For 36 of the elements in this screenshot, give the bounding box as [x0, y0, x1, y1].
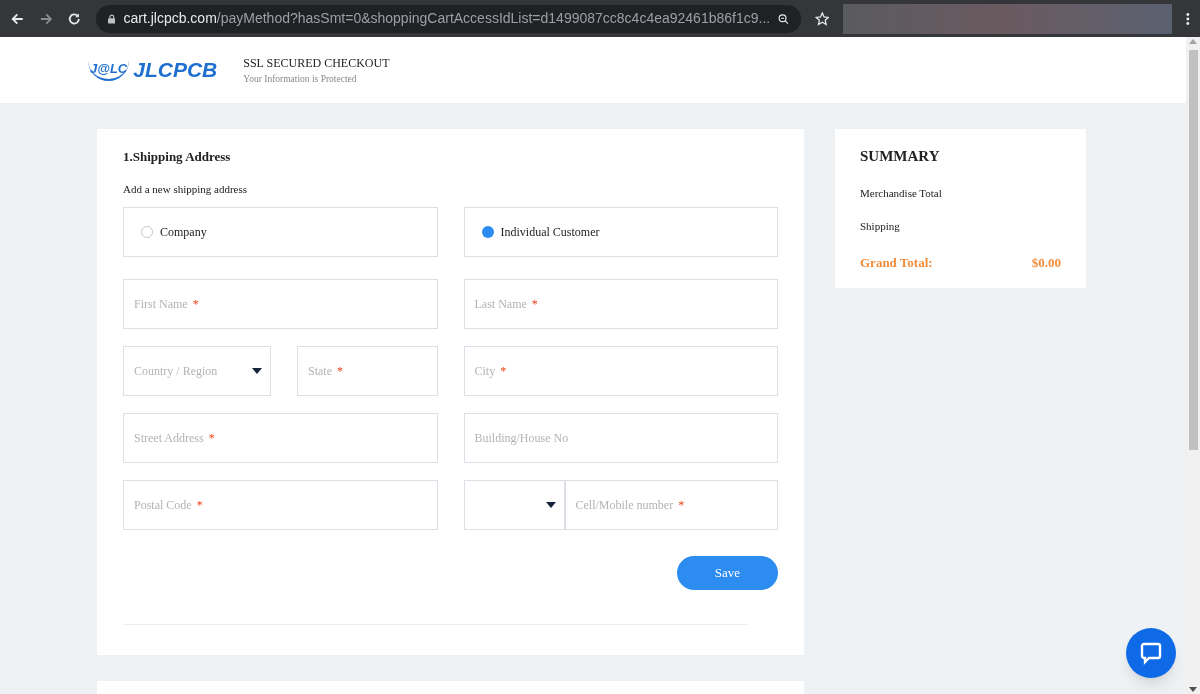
scrollbar-thumb[interactable]: [1188, 50, 1198, 450]
summary-line: Merchandise Total: [860, 185, 943, 201]
jlcpcb-logo[interactable]: J@LC JLCPCB: [88, 54, 218, 86]
input-field[interactable]: Building/House No: [463, 413, 778, 463]
summary-line: Shipping: [860, 219, 901, 234]
chat-button[interactable]: [1126, 628, 1176, 678]
customer-type-option[interactable]: Company: [123, 207, 438, 257]
grand-total-value: $0.00: [1031, 253, 1061, 272]
zoom-icon[interactable]: [778, 11, 789, 26]
scroll-down-icon[interactable]: [1189, 687, 1197, 692]
chat-bubble-icon: [1139, 641, 1163, 665]
input-field[interactable]: Last Name *: [463, 279, 778, 329]
checkout-subtitle: Your Information is Protected: [243, 72, 358, 86]
caret-icon: [252, 368, 262, 374]
radio-button[interactable]: [481, 226, 494, 238]
save-button[interactable]: Save: [677, 556, 778, 590]
caret-icon: [545, 502, 556, 508]
section-subheading: Add a new shipping address: [123, 181, 249, 197]
input-field[interactable]: Cell/Mobile number *: [564, 480, 778, 530]
customer-type-option[interactable]: Individual Customer: [463, 207, 778, 257]
input-field[interactable]: State *: [297, 346, 438, 396]
section-heading: 1.Shipping Address: [123, 148, 232, 166]
input-field[interactable]: Street Address *: [123, 413, 438, 463]
select-field[interactable]: [463, 480, 565, 530]
summary-title: SUMMARY: [860, 147, 941, 166]
checkout-title: SSL SECURED CHECKOUT: [243, 54, 390, 72]
input-field[interactable]: First Name *: [123, 279, 438, 329]
lock-icon: [107, 12, 116, 25]
star-icon[interactable]: [814, 10, 830, 27]
input-field[interactable]: Postal Code *: [123, 480, 438, 530]
input-field[interactable]: City *: [463, 346, 778, 396]
url-text: cart.jlcpcb.com/payMethod?hasSmt=0&shoppingCartAccessIdList=d1499087cc8c4c4ea92461b86f1c9...: [123, 9, 771, 28]
menu-icon[interactable]: [1186, 11, 1190, 26]
grand-total-label: Grand Total:: [860, 253, 933, 272]
address-bar[interactable]: cart.jlcpcb.com/payMethod?hasSmt=0&shoppingCartAccessIdList=d1499087cc8c4c4ea92461b86f1c9...: [95, 4, 801, 33]
select-field[interactable]: Country / Region: [123, 346, 271, 396]
